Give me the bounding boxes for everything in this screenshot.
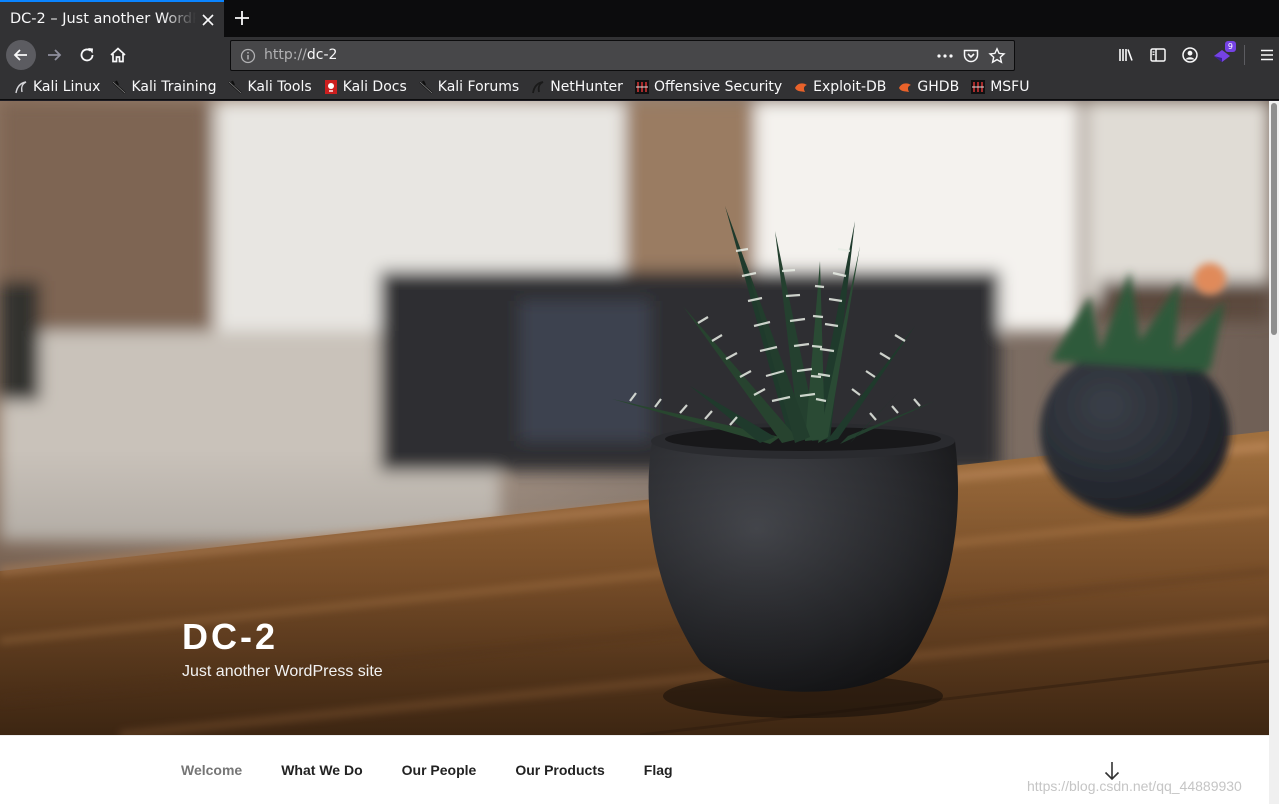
bookmark-label: Kali Tools xyxy=(247,78,312,95)
bookmark-star-icon[interactable] xyxy=(988,47,1006,65)
top-navigation: Welcome What We Do Our People Our Produc… xyxy=(0,735,1269,804)
home-icon xyxy=(110,47,126,63)
forward-arrow-icon xyxy=(48,49,62,61)
bookmark-kali-training[interactable]: Kali Training xyxy=(111,75,216,99)
offsec-icon xyxy=(634,79,650,95)
close-tab-icon[interactable] xyxy=(199,11,217,29)
toolbar-right: 9 xyxy=(1110,40,1279,70)
bookmark-label: Kali Training xyxy=(131,78,217,95)
forward-button[interactable] xyxy=(39,40,69,70)
bookmark-kali-docs[interactable]: Kali Docs xyxy=(323,75,407,99)
toolbar-separator xyxy=(1244,45,1245,65)
bookmark-kali-forums[interactable]: Kali Forums xyxy=(418,75,519,99)
watermark: https://blog.csdn.net/qq_44889930 xyxy=(1027,778,1242,794)
hamburger-menu-icon xyxy=(1261,49,1273,61)
back-arrow-icon xyxy=(13,49,27,61)
page-viewport: DC-2 Just another WordPress site Welcome… xyxy=(0,101,1269,804)
kali-dragon-icon xyxy=(227,79,243,95)
pocket-icon[interactable] xyxy=(962,47,980,65)
offsec-icon xyxy=(970,79,986,95)
bookmark-label: Kali Docs xyxy=(342,78,407,95)
sidebar-icon xyxy=(1150,48,1166,62)
bookmark-kali-tools[interactable]: Kali Tools xyxy=(227,75,312,99)
back-button[interactable] xyxy=(6,40,36,70)
bookmark-kali-linux[interactable]: Kali Linux xyxy=(13,75,100,99)
bookmark-label: Kali Linux xyxy=(33,78,101,95)
url-host: dc-2 xyxy=(306,47,338,63)
new-tab-icon[interactable] xyxy=(232,8,252,28)
library-button[interactable] xyxy=(1110,40,1142,70)
site-info-icon[interactable] xyxy=(240,48,256,64)
addon-badge: 9 xyxy=(1224,41,1236,52)
account-icon xyxy=(1182,47,1198,63)
kali-dragon-icon xyxy=(418,79,434,95)
menu-item-flag[interactable]: Flag xyxy=(644,762,673,778)
reload-button[interactable] xyxy=(72,40,102,70)
url-text[interactable]: http://dc-2 xyxy=(264,47,337,63)
bookmarks-toolbar: Kali Linux Kali Training Kali Tools Kali… xyxy=(0,74,1279,100)
menu-item-our-products[interactable]: Our Products xyxy=(515,762,604,778)
kali-docs-icon xyxy=(323,79,339,95)
navigation-toolbar: http://dc-2 9 xyxy=(0,37,1279,74)
bookmark-label: NetHunter xyxy=(550,78,623,95)
bookmark-label: Offensive Security xyxy=(653,78,783,95)
tab-title: DC-2 – Just another WordPress site xyxy=(10,11,196,27)
page-actions-icon[interactable] xyxy=(936,47,954,65)
url-bar[interactable]: http://dc-2 xyxy=(230,40,1015,71)
bookmark-ghdb[interactable]: GHDB xyxy=(897,75,959,99)
library-icon xyxy=(1119,49,1133,61)
sidebar-button[interactable] xyxy=(1142,40,1174,70)
kali-dragon-icon xyxy=(111,79,127,95)
nethunter-icon xyxy=(530,79,546,95)
site-description: Just another WordPress site xyxy=(182,663,383,680)
bookmark-nethunter[interactable]: NetHunter xyxy=(530,75,623,99)
bookmark-exploit-db[interactable]: Exploit-DB xyxy=(793,75,886,99)
menu-item-our-people[interactable]: Our People xyxy=(402,762,477,778)
menu-item-welcome[interactable]: Welcome xyxy=(181,762,242,778)
exploitdb-icon xyxy=(793,79,809,95)
tab-strip: DC-2 – Just another WordPress site xyxy=(0,0,1279,37)
site-title[interactable]: DC-2 xyxy=(182,616,278,658)
reload-icon xyxy=(80,48,94,62)
home-button[interactable] xyxy=(103,40,133,70)
url-actions xyxy=(936,47,1006,65)
tab-active[interactable]: DC-2 – Just another WordPress site xyxy=(0,0,224,37)
account-button[interactable] xyxy=(1174,40,1206,70)
bookmark-msfu[interactable]: MSFU xyxy=(970,75,1029,99)
nav-menu: Welcome What We Do Our People Our Produc… xyxy=(181,762,712,778)
bookmark-label: Kali Forums xyxy=(437,78,520,95)
url-protocol: http:// xyxy=(264,47,307,63)
bookmark-label: Exploit-DB xyxy=(813,78,887,95)
addon-button[interactable]: 9 xyxy=(1206,40,1238,70)
kali-dragon-icon xyxy=(13,79,29,95)
header-hero-image: DC-2 Just another WordPress site xyxy=(0,101,1269,735)
menu-button[interactable] xyxy=(1251,40,1279,70)
page-scrollbar[interactable] xyxy=(1269,101,1279,804)
scrollbar-thumb[interactable] xyxy=(1271,103,1277,335)
bookmark-label: GHDB xyxy=(917,78,960,95)
bookmark-offensive-security[interactable]: Offensive Security xyxy=(634,75,782,99)
menu-item-what-we-do[interactable]: What We Do xyxy=(281,762,362,778)
bookmark-label: MSFU xyxy=(990,78,1030,95)
exploitdb-icon xyxy=(897,79,913,95)
